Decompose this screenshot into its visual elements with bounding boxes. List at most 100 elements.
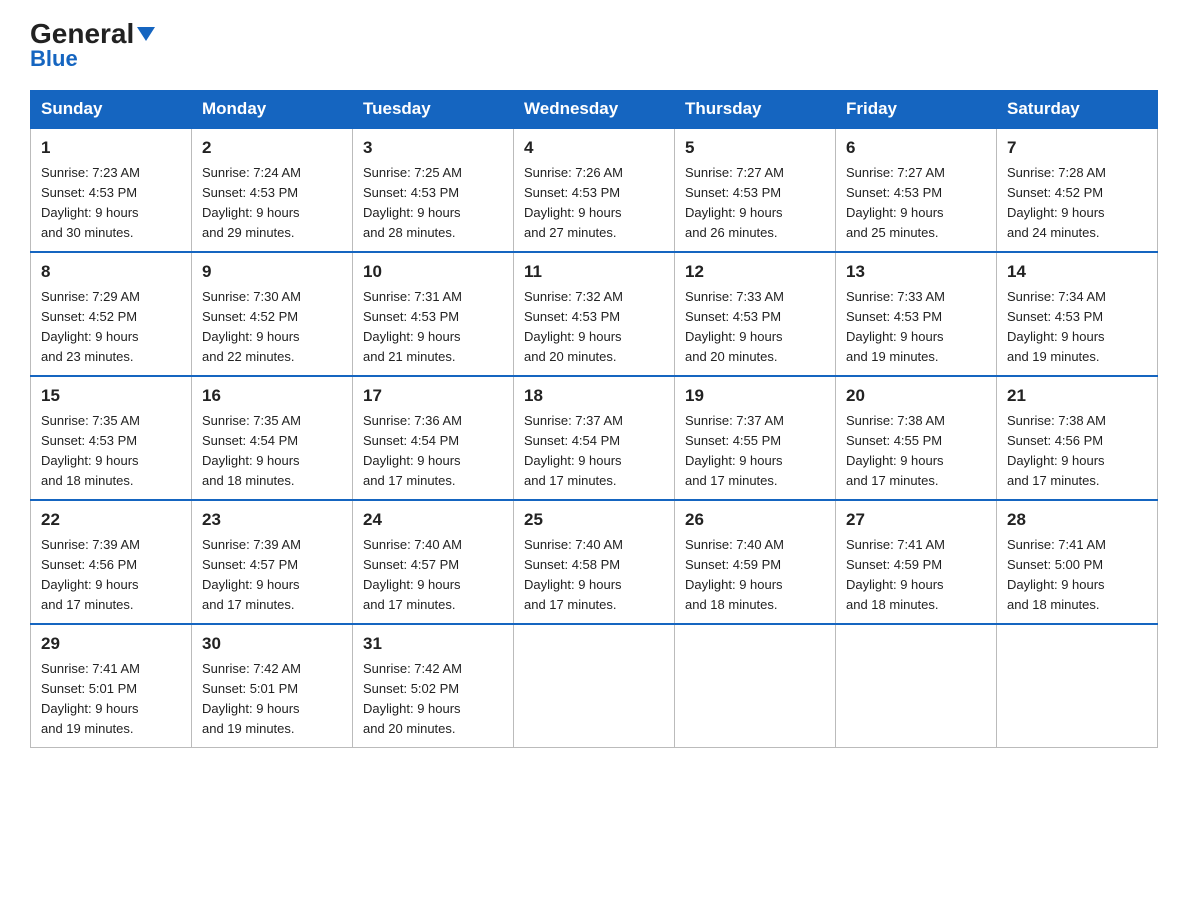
daylight-minutes: and 23 minutes. [41,349,134,364]
calendar-cell: 20Sunrise: 7:38 AMSunset: 4:55 PMDayligh… [836,376,997,500]
daylight-text: Daylight: 9 hours [363,577,461,592]
daylight-minutes: and 17 minutes. [41,597,134,612]
days-header-row: SundayMondayTuesdayWednesdayThursdayFrid… [31,91,1158,129]
daylight-text: Daylight: 9 hours [363,329,461,344]
cell-content: Sunrise: 7:27 AMSunset: 4:53 PMDaylight:… [846,163,986,244]
sunset-text: Sunset: 4:54 PM [363,433,459,448]
daylight-text: Daylight: 9 hours [1007,329,1105,344]
cell-content: Sunrise: 7:42 AMSunset: 5:02 PMDaylight:… [363,659,503,740]
daylight-minutes: and 26 minutes. [685,225,778,240]
daylight-minutes: and 17 minutes. [685,473,778,488]
calendar-cell: 23Sunrise: 7:39 AMSunset: 4:57 PMDayligh… [192,500,353,624]
day-number: 9 [202,259,342,285]
sunset-text: Sunset: 4:53 PM [846,185,942,200]
week-row-1: 1Sunrise: 7:23 AMSunset: 4:53 PMDaylight… [31,128,1158,252]
daylight-text: Daylight: 9 hours [685,205,783,220]
daylight-text: Daylight: 9 hours [202,329,300,344]
sunrise-text: Sunrise: 7:27 AM [685,165,784,180]
calendar-cell: 21Sunrise: 7:38 AMSunset: 4:56 PMDayligh… [997,376,1158,500]
daylight-text: Daylight: 9 hours [202,577,300,592]
calendar-cell: 15Sunrise: 7:35 AMSunset: 4:53 PMDayligh… [31,376,192,500]
daylight-minutes: and 21 minutes. [363,349,456,364]
day-number: 17 [363,383,503,409]
sunset-text: Sunset: 4:53 PM [524,185,620,200]
sunset-text: Sunset: 4:53 PM [685,309,781,324]
calendar-cell [675,624,836,748]
cell-content: Sunrise: 7:37 AMSunset: 4:55 PMDaylight:… [685,411,825,492]
sunset-text: Sunset: 5:01 PM [41,681,137,696]
daylight-text: Daylight: 9 hours [685,577,783,592]
logo-text: General [30,20,155,48]
sunset-text: Sunset: 4:54 PM [524,433,620,448]
daylight-text: Daylight: 9 hours [846,577,944,592]
week-row-3: 15Sunrise: 7:35 AMSunset: 4:53 PMDayligh… [31,376,1158,500]
calendar-cell [514,624,675,748]
sunset-text: Sunset: 4:53 PM [202,185,298,200]
day-number: 24 [363,507,503,533]
sunrise-text: Sunrise: 7:29 AM [41,289,140,304]
sunrise-text: Sunrise: 7:38 AM [846,413,945,428]
cell-content: Sunrise: 7:26 AMSunset: 4:53 PMDaylight:… [524,163,664,244]
day-number: 14 [1007,259,1147,285]
day-number: 6 [846,135,986,161]
week-row-5: 29Sunrise: 7:41 AMSunset: 5:01 PMDayligh… [31,624,1158,748]
calendar-cell [836,624,997,748]
cell-content: Sunrise: 7:40 AMSunset: 4:57 PMDaylight:… [363,535,503,616]
daylight-minutes: and 18 minutes. [1007,597,1100,612]
daylight-text: Daylight: 9 hours [41,329,139,344]
day-number: 30 [202,631,342,657]
sunset-text: Sunset: 4:53 PM [524,309,620,324]
daylight-text: Daylight: 9 hours [685,453,783,468]
day-number: 22 [41,507,181,533]
calendar-cell: 31Sunrise: 7:42 AMSunset: 5:02 PMDayligh… [353,624,514,748]
day-number: 27 [846,507,986,533]
sunrise-text: Sunrise: 7:40 AM [363,537,462,552]
cell-content: Sunrise: 7:32 AMSunset: 4:53 PMDaylight:… [524,287,664,368]
daylight-minutes: and 18 minutes. [202,473,295,488]
day-number: 15 [41,383,181,409]
sunset-text: Sunset: 5:01 PM [202,681,298,696]
day-number: 23 [202,507,342,533]
cell-content: Sunrise: 7:37 AMSunset: 4:54 PMDaylight:… [524,411,664,492]
logo: General Blue [30,20,155,72]
daylight-text: Daylight: 9 hours [41,577,139,592]
sunrise-text: Sunrise: 7:25 AM [363,165,462,180]
sunset-text: Sunset: 5:02 PM [363,681,459,696]
daylight-text: Daylight: 9 hours [1007,205,1105,220]
sunrise-text: Sunrise: 7:40 AM [685,537,784,552]
daylight-text: Daylight: 9 hours [202,701,300,716]
day-number: 2 [202,135,342,161]
daylight-text: Daylight: 9 hours [1007,453,1105,468]
sunset-text: Sunset: 4:54 PM [202,433,298,448]
sunset-text: Sunset: 5:00 PM [1007,557,1103,572]
daylight-minutes: and 17 minutes. [846,473,939,488]
calendar-cell: 29Sunrise: 7:41 AMSunset: 5:01 PMDayligh… [31,624,192,748]
cell-content: Sunrise: 7:40 AMSunset: 4:59 PMDaylight:… [685,535,825,616]
calendar-cell: 5Sunrise: 7:27 AMSunset: 4:53 PMDaylight… [675,128,836,252]
sunset-text: Sunset: 4:55 PM [685,433,781,448]
day-number: 3 [363,135,503,161]
sunset-text: Sunset: 4:53 PM [363,185,459,200]
daylight-minutes: and 28 minutes. [363,225,456,240]
day-number: 13 [846,259,986,285]
sunset-text: Sunset: 4:53 PM [1007,309,1103,324]
daylight-minutes: and 24 minutes. [1007,225,1100,240]
calendar-cell: 18Sunrise: 7:37 AMSunset: 4:54 PMDayligh… [514,376,675,500]
day-number: 19 [685,383,825,409]
sunrise-text: Sunrise: 7:35 AM [41,413,140,428]
cell-content: Sunrise: 7:41 AMSunset: 5:00 PMDaylight:… [1007,535,1147,616]
calendar-cell: 30Sunrise: 7:42 AMSunset: 5:01 PMDayligh… [192,624,353,748]
calendar-cell: 19Sunrise: 7:37 AMSunset: 4:55 PMDayligh… [675,376,836,500]
cell-content: Sunrise: 7:33 AMSunset: 4:53 PMDaylight:… [846,287,986,368]
daylight-minutes: and 18 minutes. [41,473,134,488]
sunset-text: Sunset: 4:59 PM [846,557,942,572]
daylight-text: Daylight: 9 hours [202,205,300,220]
sunrise-text: Sunrise: 7:41 AM [41,661,140,676]
cell-content: Sunrise: 7:38 AMSunset: 4:55 PMDaylight:… [846,411,986,492]
sunrise-text: Sunrise: 7:41 AM [846,537,945,552]
day-number: 11 [524,259,664,285]
daylight-minutes: and 19 minutes. [1007,349,1100,364]
cell-content: Sunrise: 7:42 AMSunset: 5:01 PMDaylight:… [202,659,342,740]
cell-content: Sunrise: 7:40 AMSunset: 4:58 PMDaylight:… [524,535,664,616]
day-number: 4 [524,135,664,161]
